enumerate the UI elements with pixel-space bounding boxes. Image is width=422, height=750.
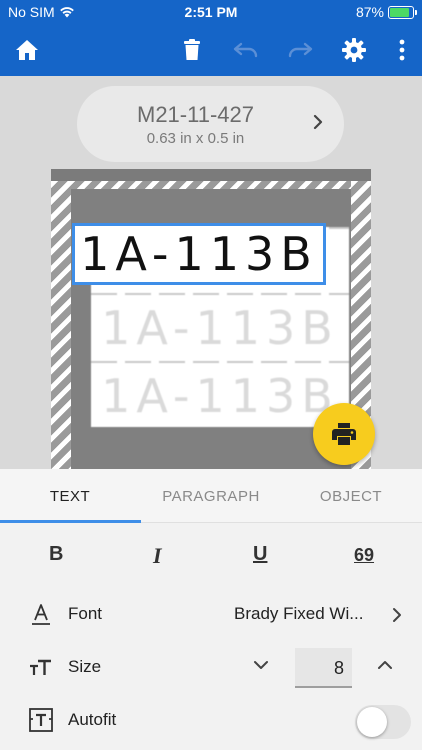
underline-button[interactable]: U [253, 543, 267, 566]
chevron-down-icon[interactable] [253, 660, 269, 670]
autofit-toggle[interactable] [355, 705, 411, 739]
rotate-text-button[interactable]: 69 [354, 545, 374, 566]
battery-group: 87% [355, 4, 417, 20]
redo-icon [288, 42, 313, 58]
active-label-text-object[interactable]: 1A-113B [72, 223, 326, 285]
autofit-label: Autofit [68, 710, 117, 729]
text-properties-panel: B I U 69 Font Brady Fixed Wi... Size 8 A… [0, 523, 422, 750]
size-row: Size 8 [0, 648, 422, 688]
autofit-row: Autofit [0, 701, 422, 741]
printer-icon [332, 423, 356, 445]
battery-percent: 87% [355, 4, 384, 20]
more-options-button[interactable] [388, 36, 416, 64]
settings-button[interactable] [340, 36, 368, 64]
tab-text[interactable]: TEXT [0, 469, 140, 523]
frame-stripe-left [51, 181, 71, 469]
home-icon [16, 40, 38, 60]
redo-button[interactable] [286, 36, 314, 64]
font-value: Brady Fixed Wi... [234, 604, 364, 623]
tab-object[interactable]: OBJECT [281, 469, 421, 523]
more-vert-icon [399, 39, 405, 61]
size-label: Size [68, 657, 102, 676]
undo-icon [233, 42, 258, 58]
label-dimensions: 0.63 in x 0.5 in [146, 130, 245, 147]
undo-button[interactable] [232, 36, 260, 64]
label-separator [91, 293, 349, 295]
gear-icon [342, 38, 366, 62]
label-part-name: M21-11-427 [137, 102, 254, 127]
autofit-icon [29, 708, 53, 732]
label-selector[interactable]: M21-11-427 0.63 in x 0.5 in [77, 86, 344, 162]
property-tabs: TEXT PARAGRAPH OBJECT [0, 469, 422, 523]
font-icon [32, 604, 50, 625]
chevron-up-icon[interactable] [377, 660, 393, 670]
label-preview-2: 1A-113B [101, 301, 339, 355]
chevron-right-icon [313, 114, 323, 130]
trash-icon [184, 39, 200, 60]
frame-stripe-top [51, 181, 371, 189]
font-label: Font [68, 604, 103, 623]
battery-icon [388, 5, 417, 19]
print-button[interactable] [313, 403, 375, 465]
label-preview-3: 1A-113B [101, 369, 339, 423]
label-separator [91, 361, 349, 363]
delete-button[interactable] [178, 36, 206, 64]
printer-top-strip [51, 169, 371, 181]
battery-fill [390, 7, 409, 17]
font-row[interactable]: Font Brady Fixed Wi... [0, 595, 422, 635]
italic-button[interactable]: I [153, 543, 162, 569]
home-button[interactable] [13, 36, 41, 64]
chevron-right-icon [393, 608, 401, 622]
tab-paragraph[interactable]: PARAGRAPH [141, 469, 281, 523]
text-size-icon [30, 659, 51, 675]
status-bar: No SIM 2:51 PM 87% [0, 0, 422, 24]
toggle-knob [357, 707, 387, 737]
bold-button[interactable]: B [49, 543, 63, 566]
font-size-input[interactable]: 8 [295, 648, 352, 688]
toolbar [0, 24, 422, 76]
